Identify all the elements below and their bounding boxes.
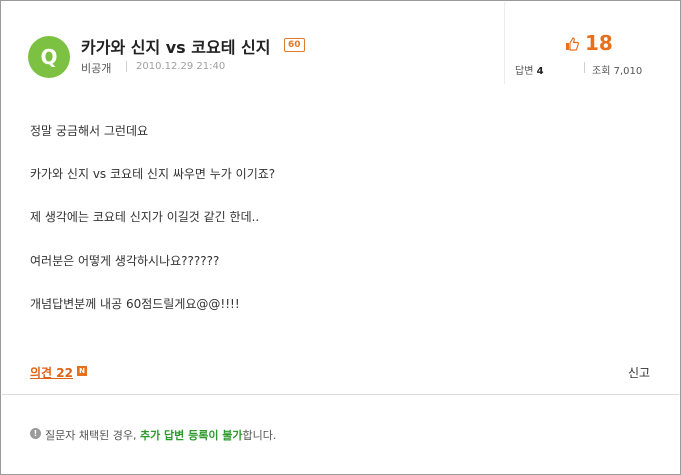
question-title: 카가와 신지 vs 코요테 신지 <box>81 38 271 57</box>
views-label: 조회 <box>592 66 611 77</box>
points-badge: 60 <box>284 38 305 52</box>
body-line: 여러분은 어떻게 생각하시나요?????? <box>30 254 220 268</box>
body-line: 개념답변분께 내공 60점드릴게요@@!!!! <box>30 297 240 311</box>
question-badge-letter: Q <box>40 45 58 69</box>
question-badge-icon: Q <box>28 36 70 78</box>
notice-suffix: 합니다. <box>242 429 277 442</box>
report-link[interactable]: 신고 <box>628 364 650 381</box>
opinion-link[interactable]: 의견 22 <box>30 364 73 381</box>
answers-count: 4 <box>536 66 544 77</box>
new-badge-icon: N <box>77 366 87 376</box>
author-name: 비공개 <box>81 62 112 75</box>
recommend-count: 18 <box>585 31 613 55</box>
new-badge-letter: N <box>79 367 85 375</box>
views-count: 7,010 <box>613 66 643 77</box>
answers-label: 답변 <box>515 66 534 77</box>
info-icon: ! <box>30 428 41 439</box>
body-line: 정말 궁금해서 그런데요 <box>30 124 149 138</box>
stats-divider <box>504 2 505 84</box>
body-line: 제 생각에는 코요테 신지가 이길것 같긴 한데.. <box>30 210 260 224</box>
views-stat: 조회 7,010 <box>592 62 642 77</box>
notice-highlight: 추가 답변 등록이 불가 <box>139 429 243 442</box>
post-date: 2010.12.29 21:40 <box>136 61 226 72</box>
adoption-notice: 질문자 채택된 경우, 추가 답변 등록이 불가합니다. <box>45 427 276 443</box>
thumb-up-icon[interactable] <box>565 37 579 51</box>
notice-prefix: 질문자 채택된 경우, <box>45 429 140 442</box>
stats-separator <box>584 62 585 73</box>
answers-stat: 답변 4 <box>515 62 544 77</box>
meta-divider <box>126 61 127 72</box>
body-line: 카가와 신지 vs 코요테 신지 싸우면 누가 이기죠? <box>30 167 276 181</box>
footer-divider <box>2 394 679 395</box>
